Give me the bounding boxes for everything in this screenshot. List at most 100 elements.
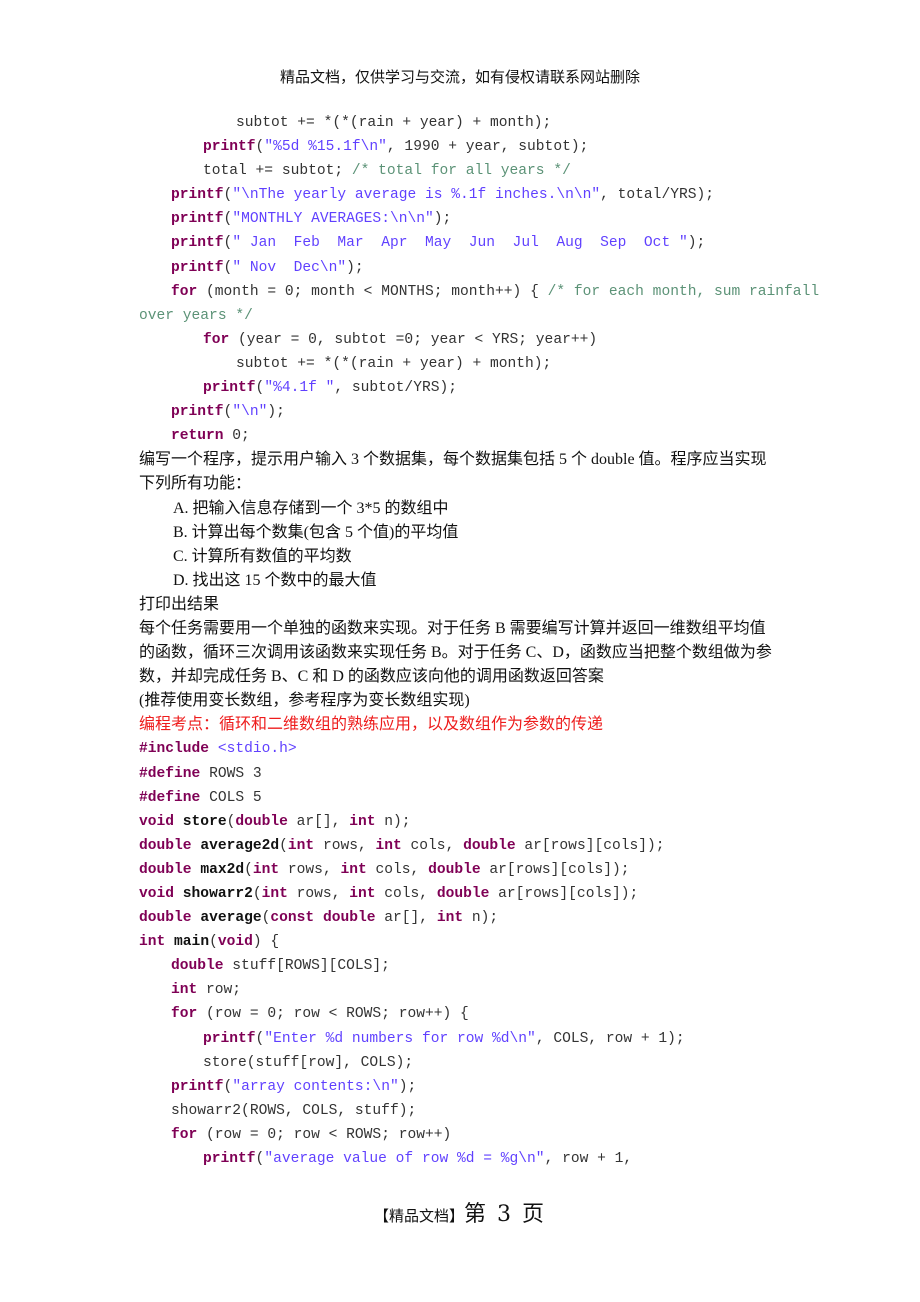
- code-text: (: [252, 886, 262, 902]
- code-text: (row = 0; row < ROWS; row++): [197, 1126, 452, 1143]
- code-text: stuff[ROWS][COLS];: [223, 958, 390, 975]
- code-text: store(stuff[row], COLS);: [203, 1054, 414, 1071]
- code-line: printf(" Nov Dec\n");: [139, 256, 789, 280]
- code-line: double stuff[ROWS][COLS];: [139, 954, 789, 978]
- code-line: subtot += *(*(rain + year) + month);: [139, 352, 789, 376]
- code-text: );: [433, 211, 452, 228]
- code-text: row;: [197, 982, 242, 999]
- code-text: );: [687, 235, 706, 252]
- code-line: double average2d(int rows, int cols, dou…: [139, 834, 789, 858]
- code-line: printf("\n");: [139, 400, 789, 424]
- code-line: printf("%5d %15.1f\n", 1990 + year, subt…: [139, 135, 789, 159]
- code-line: for (row = 0; row < ROWS; row++) {: [139, 1002, 789, 1026]
- code-line: printf("%4.1f ", subtot/YRS);: [139, 376, 789, 400]
- code-text: );: [346, 259, 364, 276]
- code-keyword: printf: [171, 259, 224, 276]
- task-item-a: A. 把输入信息存储到一个 3*5 的数组中: [173, 499, 449, 517]
- code-keyword: int: [171, 982, 198, 999]
- task-item-c: C. 计算所有数值的平均数: [173, 547, 352, 565]
- code-text: (: [279, 837, 288, 854]
- code-keyword: double: [171, 958, 224, 975]
- code-text: , COLS, row + 1);: [535, 1030, 685, 1047]
- code-keyword: printf: [171, 235, 224, 252]
- code-string: "array contents:\n": [232, 1078, 399, 1095]
- code-text: subtot += *(*(rain + year) + month);: [236, 115, 552, 131]
- code-keyword: printf: [171, 404, 224, 421]
- footer-tag: 【精品文档】: [374, 1207, 465, 1225]
- code-line: printf("array contents:\n");: [139, 1075, 789, 1099]
- code-text: , total/YRS);: [600, 187, 714, 204]
- code-keyword: #define: [139, 789, 201, 806]
- code-text: ) {: [252, 934, 280, 951]
- code-keyword: for: [203, 331, 230, 348]
- code-string: <stdio.h>: [217, 741, 297, 758]
- code-keyword: for: [171, 1126, 198, 1143]
- exam-point: 编程考点：循环和二维数组的熟练应用，以及数组作为参数的传递: [139, 716, 604, 734]
- code-function-name: showarr2: [182, 886, 253, 902]
- code-keyword: printf: [203, 380, 256, 397]
- code-keyword: int: [349, 886, 376, 902]
- code-string: "\nThe yearly average is %.1f inches.\n\…: [232, 187, 601, 204]
- code-line: over years */: [139, 304, 789, 328]
- code-line: printf("MONTHLY AVERAGES:\n\n");: [139, 207, 789, 231]
- code-block-array-program: #include <stdio.h> #define ROWS 3 #define …: [139, 737, 789, 1171]
- code-string: " Nov Dec\n": [232, 259, 347, 276]
- code-keyword: double: [463, 837, 516, 854]
- code-line: total += subtot; /* total for all years …: [139, 159, 789, 183]
- code-text: ar[rows][cols]);: [489, 886, 639, 902]
- code-keyword: int: [261, 886, 288, 902]
- code-text: ROWS 3: [200, 765, 262, 782]
- code-text: , subtot/YRS);: [334, 380, 457, 397]
- code-string: "MONTHLY AVERAGES:\n\n": [232, 211, 434, 228]
- code-keyword: double: [428, 861, 481, 878]
- code-keyword: double: [139, 910, 192, 927]
- code-text: cols,: [375, 886, 437, 902]
- code-line: printf("Enter %d numbers for row %d\n", …: [139, 1027, 789, 1051]
- code-keyword: int: [252, 861, 280, 878]
- code-text: (: [223, 211, 233, 228]
- page-number: 第 3 页: [464, 1202, 546, 1227]
- code-keyword: void: [217, 934, 253, 951]
- code-keyword: printf: [171, 211, 224, 228]
- code-line: void showarr2(int rows, int cols, double…: [139, 882, 789, 906]
- code-line: int main(void) {: [139, 930, 789, 954]
- code-text: (: [255, 1030, 265, 1047]
- task-item-b: B. 计算出每个数集(包含 5 个值)的平均值: [173, 523, 459, 541]
- task-description-line: 的函数，循环三次调用该函数来实现任务 B。对于任务 C、D，函数应当把整个数组做…: [139, 644, 772, 662]
- code-keyword: printf: [203, 139, 256, 156]
- code-block-rainfall: subtot += *(*(rain + year) + month); prin…: [139, 111, 819, 448]
- code-line: #define ROWS 3: [139, 762, 789, 786]
- code-text: );: [398, 1078, 417, 1095]
- code-text: rows,: [314, 837, 376, 854]
- code-keyword: int: [287, 837, 315, 854]
- code-text: subtot += *(*(rain + year) + month);: [236, 355, 552, 372]
- code-text: (: [255, 1151, 265, 1168]
- code-keyword: int: [436, 910, 464, 927]
- code-line: printf(" Jan Feb Mar Apr May Jun Jul Aug…: [139, 231, 789, 255]
- code-text: ar[rows][cols]);: [515, 837, 665, 854]
- code-text: (: [223, 235, 233, 252]
- code-string: "\n": [232, 404, 268, 421]
- print-result-text: 打印出结果: [139, 595, 220, 613]
- code-function-name: average: [200, 910, 262, 927]
- code-keyword: int: [375, 837, 402, 854]
- code-text: COLS 5: [200, 789, 262, 806]
- code-keyword: printf: [203, 1151, 256, 1168]
- code-line: for (month = 0; month < MONTHS; month++)…: [139, 280, 819, 304]
- code-keyword: printf: [203, 1030, 256, 1047]
- code-keyword: for: [171, 283, 198, 300]
- code-line: subtot += *(*(rain + year) + month);: [139, 111, 789, 135]
- code-string: "%5d %15.1f\n": [264, 139, 387, 156]
- code-text: rows,: [287, 886, 350, 902]
- code-keyword: double: [322, 910, 376, 927]
- code-function-name: max2d: [200, 861, 245, 878]
- code-text: ar[],: [375, 910, 437, 927]
- code-keyword: printf: [171, 187, 224, 204]
- code-text: n);: [375, 813, 411, 830]
- code-keyword: int: [139, 934, 166, 951]
- code-comment: over years */: [139, 307, 253, 324]
- code-keyword: void: [139, 813, 175, 830]
